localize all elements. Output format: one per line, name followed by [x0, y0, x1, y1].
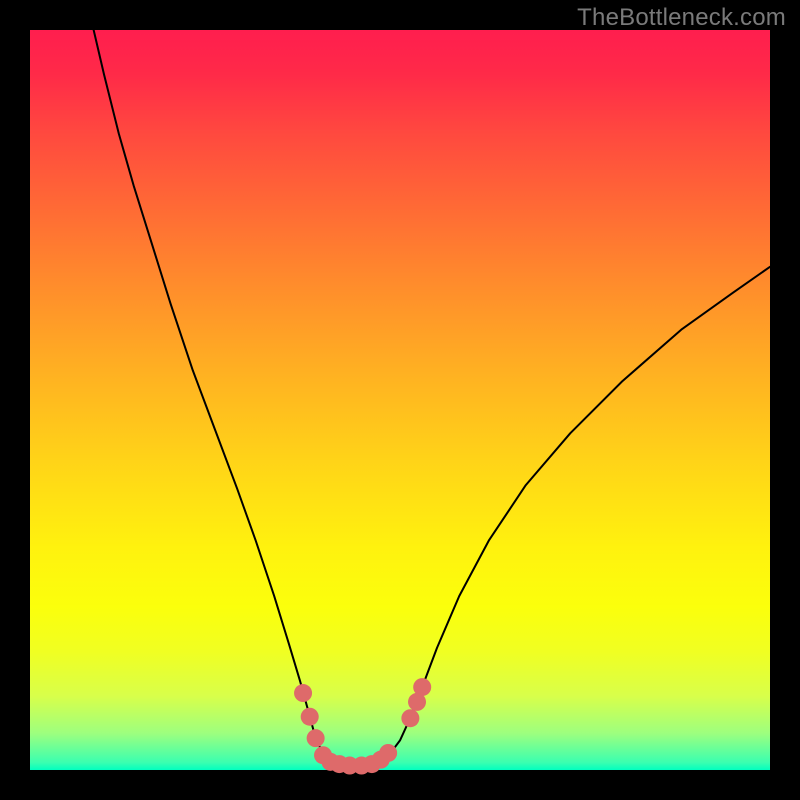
curve-markers: [294, 678, 431, 774]
bottleneck-curve: [94, 30, 770, 766]
curve-marker: [379, 744, 397, 762]
plot-area: [30, 30, 770, 770]
curve-marker: [401, 709, 419, 727]
curve-marker: [307, 729, 325, 747]
chart-svg: [30, 30, 770, 770]
curve-marker: [294, 684, 312, 702]
figure-frame: TheBottleneck.com: [0, 0, 800, 800]
curve-marker: [413, 678, 431, 696]
curve-marker: [301, 708, 319, 726]
watermark-text: TheBottleneck.com: [577, 4, 786, 32]
